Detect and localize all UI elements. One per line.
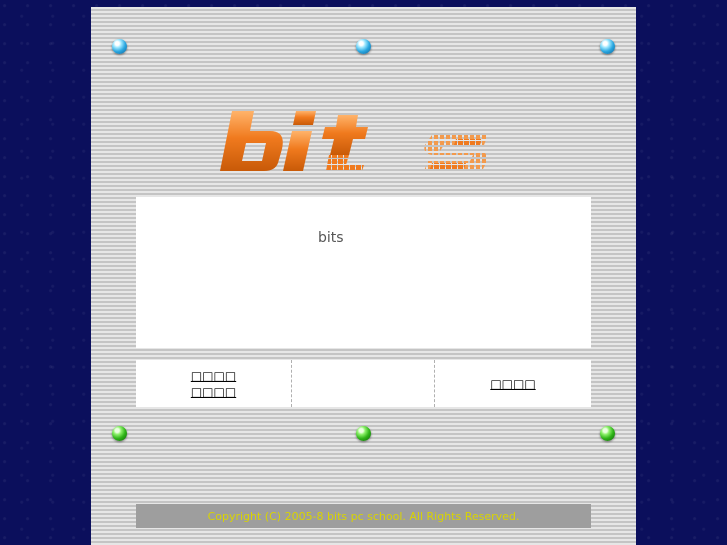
nav-cell-right: □□□□	[435, 360, 591, 407]
blue-rivet-icon	[112, 39, 127, 54]
bits-logo	[220, 111, 488, 171]
green-rivet-icon	[356, 426, 371, 441]
footer-bar: Copyright (C) 2005-8 bits pc school. All…	[136, 504, 591, 528]
content-text: bits	[318, 230, 344, 246]
nav-link-left-1[interactable]: □□□□	[191, 368, 236, 384]
green-rivet-icon	[112, 426, 127, 441]
nav-cell-middle	[292, 360, 435, 407]
nav-row: □□□□ □□□□ □□□□	[136, 360, 591, 407]
blue-rivet-icon	[356, 39, 371, 54]
copyright-text: Copyright (C) 2005-8 bits pc school. All…	[207, 509, 520, 523]
nav-cell-left: □□□□ □□□□	[136, 360, 292, 407]
page-panel: bits □□□□ □□□□ □□□□ Copyright (C) 2005-8…	[91, 7, 636, 545]
nav-link-left-2[interactable]: □□□□	[191, 384, 236, 400]
content-area: bits	[136, 197, 591, 348]
green-rivet-icon	[600, 426, 615, 441]
blue-rivet-icon	[600, 39, 615, 54]
nav-link-right[interactable]: □□□□	[490, 376, 535, 392]
